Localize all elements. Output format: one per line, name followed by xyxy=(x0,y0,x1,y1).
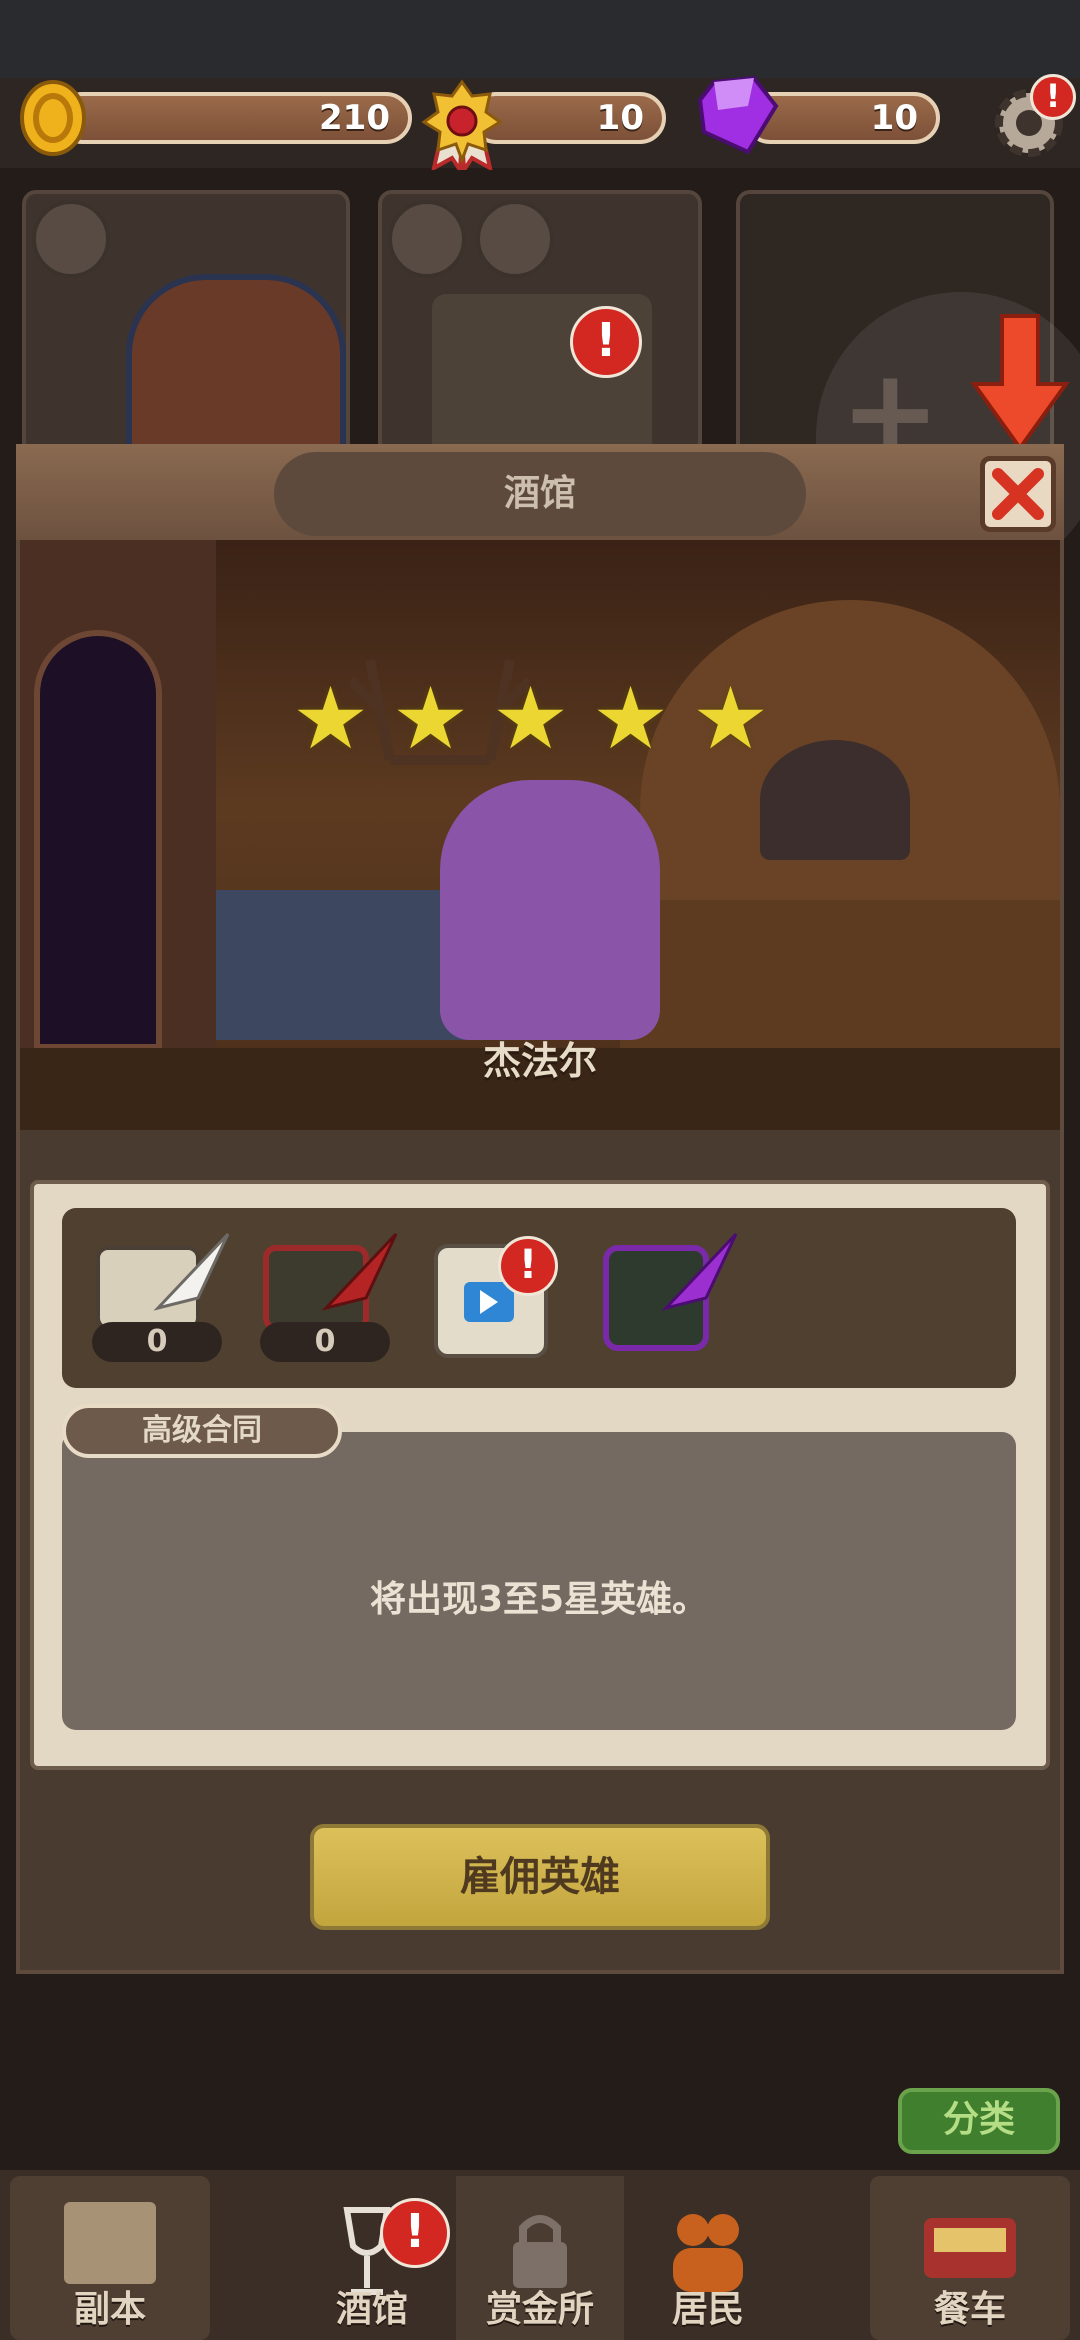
scroll-count: 0 xyxy=(260,1322,390,1362)
wooden-table xyxy=(620,900,1060,1050)
close-icon xyxy=(992,468,1044,520)
purple-scroll-icon xyxy=(603,1232,738,1351)
close-button[interactable] xyxy=(980,456,1056,532)
status-bar xyxy=(0,0,1080,78)
bounty-alert-badge: ! xyxy=(570,306,642,378)
arched-doorway xyxy=(34,630,162,1050)
star-icon: ★ xyxy=(292,669,370,769)
nav-dungeon-label: 副本 xyxy=(73,2289,146,2330)
nav-residents[interactable]: 居民 xyxy=(624,2176,792,2340)
nav-dungeon[interactable]: 副本 xyxy=(10,2176,210,2340)
purple-gem-icon xyxy=(696,75,780,156)
building-card-bounty[interactable]: ! xyxy=(378,190,702,470)
hero-name: 杰法尔 xyxy=(482,1039,597,1083)
nav-residents-label: 居民 xyxy=(671,2289,744,2330)
stone-wall xyxy=(216,890,476,1040)
tavern-alert-badge: ! xyxy=(380,2198,450,2268)
tutorial-arrow-icon xyxy=(970,312,1070,452)
hero-portrait xyxy=(32,200,110,278)
medal-amount: 10 xyxy=(596,98,644,138)
nav-bounty-label: 赏金所 xyxy=(485,2289,594,2330)
nav-tavern-label: 酒馆 xyxy=(335,2289,408,2330)
medal-icon xyxy=(420,78,504,177)
star-icon: ★ xyxy=(392,669,470,769)
settings-alert-badge: ! xyxy=(1030,74,1076,120)
contract-type-tab: 高级合同 xyxy=(62,1404,342,1458)
video-scroll-alert-badge: ! xyxy=(498,1236,558,1296)
dialog-title: 酒馆 xyxy=(274,452,806,536)
nav-bounty[interactable]: 赏金所 xyxy=(456,2176,624,2340)
gold-amount: 210 xyxy=(319,98,390,138)
video-contract-scroll[interactable]: ! xyxy=(426,1232,568,1372)
scroll-count: 0 xyxy=(92,1322,222,1362)
nav-food-truck-label: 餐车 xyxy=(933,2289,1006,2330)
star-icon: ★ xyxy=(592,669,670,769)
nav-food-truck[interactable]: 餐车 xyxy=(870,2176,1070,2340)
hire-hero-button[interactable]: 雇佣英雄 xyxy=(310,1824,770,1930)
contract-description: 将出现3至5星英雄。 xyxy=(369,1579,709,1620)
hero-sprite xyxy=(440,780,660,1040)
inn-building-image xyxy=(126,274,346,464)
hero-portrait xyxy=(388,200,466,278)
star-icon: ★ xyxy=(492,669,570,769)
gold-coin-icon xyxy=(20,80,86,156)
hero-portrait xyxy=(476,200,554,278)
building-card-inn[interactable] xyxy=(22,190,350,470)
purple-contract-scroll[interactable] xyxy=(596,1228,738,1368)
red-contract-scroll[interactable]: 0 xyxy=(256,1228,398,1368)
gold-bar: 210 xyxy=(56,92,412,144)
hero-star-rating: ★ ★ ★ ★ ★ xyxy=(292,676,792,776)
star-icon: ★ xyxy=(692,669,770,769)
gem-amount: 10 xyxy=(870,98,918,138)
sort-button[interactable]: 分类 xyxy=(898,2088,1060,2154)
white-contract-scroll[interactable]: 0 xyxy=(88,1228,230,1368)
